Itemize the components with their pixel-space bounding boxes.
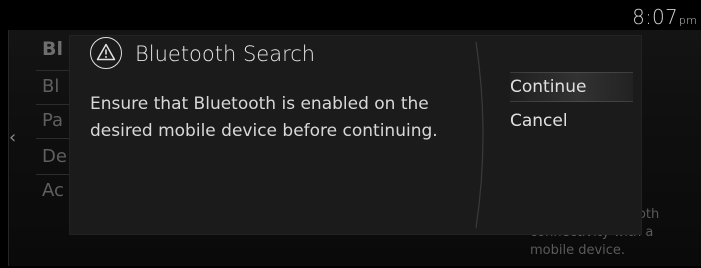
chevron-left-icon[interactable]: ‹ [9,127,16,148]
dialog-title: Bluetooth Search [135,42,316,66]
background-menu-item[interactable]: De [42,146,67,167]
background-description-line: mobile device. [530,243,626,258]
dialog-separator-arc [475,41,484,229]
warning-triangle-icon [96,43,116,61]
cancel-button-label: Cancel [510,111,568,131]
status-bar: 8:07pm [0,0,701,30]
bluetooth-search-dialog: Bluetooth Search Ensure that Bluetooth i… [70,36,641,234]
background-menu-item[interactable]: Pa [42,110,63,131]
infotainment-screen: 8:07pm Bl Bl Pa De Ac ‹ ooth connectivit… [0,0,701,268]
clock: 8:07pm [632,5,697,29]
background-menu-heading: Bl [42,38,63,60]
clock-ampm: pm [678,14,697,27]
dialog-message: Ensure that Bluetooth is enabled on the … [90,94,438,141]
clock-time: 8:07 [632,5,678,29]
cancel-button[interactable]: Cancel [510,107,633,135]
continue-button[interactable]: Continue [510,72,633,102]
background-menu-item[interactable]: Ac [42,180,64,201]
warning-icon [90,37,122,69]
continue-button-label: Continue [510,77,587,97]
background-menu-item[interactable]: Bl [42,76,59,97]
